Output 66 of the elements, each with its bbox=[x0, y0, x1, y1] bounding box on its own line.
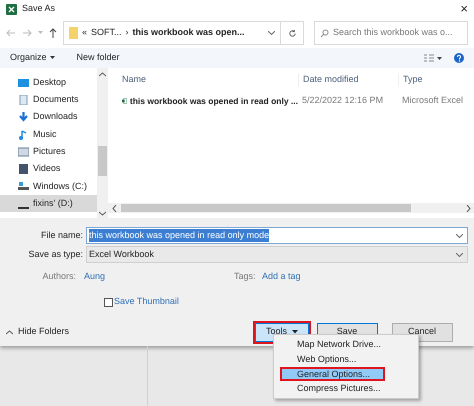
column-header[interactable]: Date modified bbox=[298, 73, 398, 87]
authors-link[interactable]: Aung bbox=[84, 270, 234, 284]
field-label: Tags: bbox=[234, 270, 257, 284]
music-icon bbox=[18, 130, 29, 140]
column-header[interactable]: Name bbox=[108, 73, 298, 87]
hide-folders-button[interactable]: Hide Folders bbox=[18, 325, 70, 339]
picture-icon bbox=[18, 146, 29, 157]
breadcrumb-separator[interactable]: › bbox=[126, 26, 129, 40]
file-name-field[interactable]: this workbook was opened in read only mode bbox=[86, 227, 468, 244]
field-label: File name: bbox=[40, 228, 84, 242]
new-folder-button[interactable]: New folder bbox=[76, 51, 120, 65]
column-header[interactable]: Type bbox=[398, 73, 474, 87]
table-cell-text: Microsoft Excel bbox=[401, 94, 464, 108]
sidebar-item[interactable]: Music bbox=[0, 126, 97, 144]
address-bar[interactable]: « SOFT... › this workbook was open... bbox=[63, 21, 281, 45]
sidebar-item[interactable]: Desktop bbox=[0, 74, 97, 92]
window-title: Save As bbox=[22, 2, 56, 16]
scroll-up-icon[interactable] bbox=[99, 72, 106, 77]
up-icon[interactable] bbox=[49, 28, 57, 38]
folder-icon bbox=[69, 27, 78, 39]
help-icon[interactable] bbox=[454, 53, 464, 63]
sidebar-item[interactable]: Downloads bbox=[0, 108, 97, 126]
desktop-icon bbox=[18, 78, 29, 88]
sidebar-item[interactable]: Pictures bbox=[0, 143, 97, 160]
scroll-right-icon[interactable] bbox=[466, 204, 471, 212]
dropdown-caret-icon[interactable] bbox=[268, 31, 275, 35]
save-as-type-dropdown[interactable]: Excel Workbook bbox=[86, 246, 468, 263]
dropdown-caret-icon[interactable] bbox=[456, 234, 463, 238]
save-thumbnail-checkbox[interactable] bbox=[104, 298, 113, 306]
scrollbar-thumb[interactable] bbox=[121, 204, 411, 212]
add-tag-link[interactable]: Add a tag bbox=[262, 270, 301, 284]
drive-icon bbox=[18, 181, 29, 192]
document-icon bbox=[18, 94, 29, 105]
scroll-left-icon[interactable] bbox=[112, 204, 117, 212]
close-button[interactable]: × bbox=[460, 0, 468, 19]
refresh-button[interactable] bbox=[280, 21, 304, 45]
field-label: Authors: bbox=[41, 270, 77, 284]
checkbox-label[interactable]: Save Thumbnail bbox=[114, 295, 179, 309]
breadcrumb[interactable]: SOFT... bbox=[91, 26, 122, 40]
view-icon[interactable] bbox=[424, 54, 442, 62]
search-icon bbox=[320, 28, 329, 38]
table-cell-text: 5/22/2022 12:16 PM bbox=[301, 94, 384, 108]
caret-icon bbox=[50, 56, 55, 60]
excel-icon bbox=[6, 4, 17, 14]
collapse-icon[interactable] bbox=[6, 330, 13, 334]
breadcrumb[interactable]: this workbook was open... bbox=[132, 26, 245, 40]
sidebar-item[interactable]: Videos bbox=[0, 160, 97, 178]
menu-item[interactable]: Web Options... bbox=[274, 352, 418, 367]
organize-button[interactable]: Organize bbox=[10, 51, 55, 65]
scroll-down-icon[interactable] bbox=[99, 211, 106, 216]
overflow-chevron[interactable]: « bbox=[82, 26, 88, 40]
menu-item[interactable]: General Options... bbox=[280, 366, 385, 382]
sidebar-item[interactable]: fixins' (D:) bbox=[0, 195, 97, 212]
excel-file-icon bbox=[122, 96, 127, 106]
dropdown-caret-icon bbox=[456, 252, 463, 256]
search-field[interactable]: Search this workbook was o... bbox=[314, 21, 468, 45]
download-icon bbox=[18, 112, 29, 122]
sidebar-item[interactable]: Documents bbox=[0, 91, 97, 109]
scrollbar-thumb[interactable] bbox=[98, 146, 107, 176]
video-icon bbox=[18, 164, 29, 174]
file-name[interactable]: this workbook was opened in read only ... bbox=[130, 94, 298, 108]
sidebar-item[interactable]: Windows (C:) bbox=[0, 178, 97, 196]
menu-item[interactable]: Compress Pictures... bbox=[274, 381, 418, 396]
drive-icon bbox=[18, 206, 29, 209]
field-label: Save as type: bbox=[27, 248, 84, 261]
refresh-icon bbox=[288, 28, 296, 38]
